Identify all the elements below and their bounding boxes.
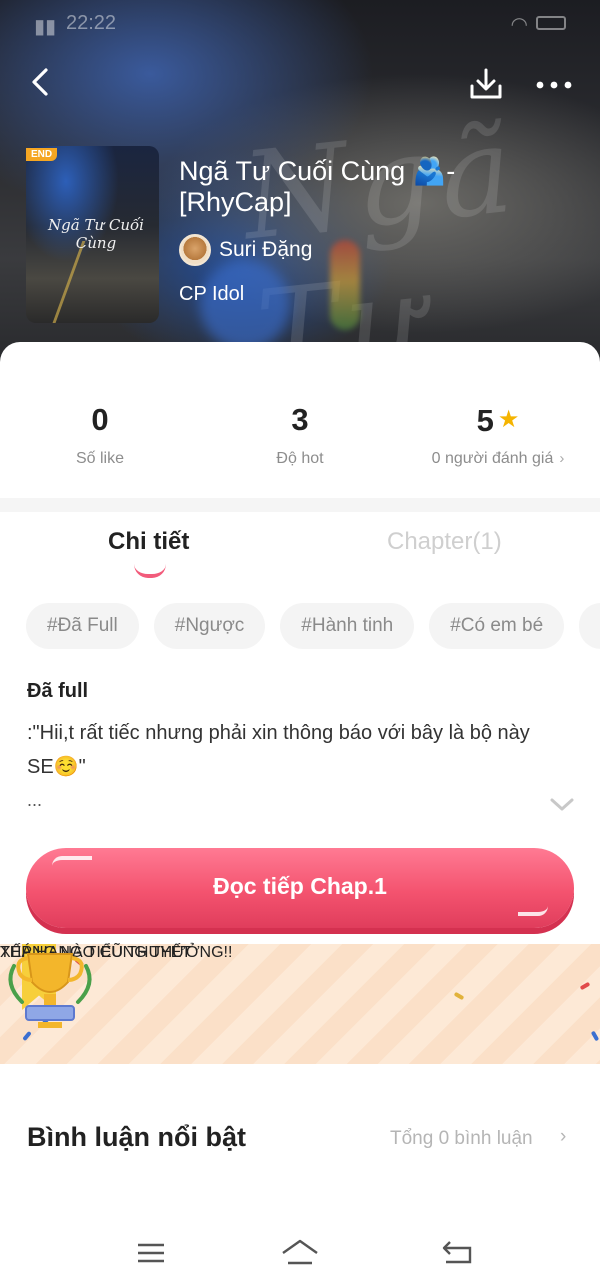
chevron-right-icon: ›	[559, 450, 565, 467]
status-bar: ▮▮ 22:22 ◠	[0, 0, 600, 46]
hot-value: 3	[291, 402, 309, 437]
back-arrow-icon	[32, 68, 48, 96]
rating-value: 5	[476, 403, 494, 438]
description-body: :"Hii,t rất tiếc nhưng phải xin thông bá…	[27, 722, 530, 778]
section-divider	[0, 498, 600, 512]
stat-likes: 0 Số like	[0, 400, 200, 468]
more-icon	[536, 81, 572, 89]
description-title: Đã full	[27, 680, 89, 702]
stat-rating[interactable]: 5 ★ 0 người đánh giá ›	[398, 400, 598, 468]
download-button[interactable]	[466, 64, 506, 104]
wifi-icon: ◠	[510, 14, 528, 36]
back-button[interactable]	[22, 62, 62, 102]
description-ellipsis: ...	[27, 790, 43, 810]
battery-icon	[536, 16, 566, 30]
likes-label: Số like	[75, 450, 125, 467]
tag-list: #Đã Full #Ngược #Hành tinh #Có em bé	[26, 603, 600, 649]
tab-bar: Chi tiết Chapter(1)	[0, 520, 600, 580]
nav-back-icon[interactable]	[440, 1238, 474, 1266]
author-row[interactable]: Suri Đặng	[179, 233, 312, 267]
tag-chip[interactable]: #Hành tinh	[280, 603, 415, 649]
tag-chip[interactable]: #Có em bé	[429, 603, 565, 649]
download-icon	[470, 68, 502, 99]
continue-reading-label: Đọc tiếp Chap.1	[213, 873, 387, 899]
story-category[interactable]: CP Idol	[179, 283, 244, 306]
tag-chip[interactable]: #Đã Full	[26, 603, 139, 649]
system-nav-bar	[0, 1222, 600, 1287]
tag-chip-partial[interactable]	[579, 603, 600, 649]
star-icon: ★	[497, 406, 520, 433]
likes-value: 0	[91, 402, 109, 437]
background-decoration: Ngã Tư	[236, 100, 527, 370]
tag-chip[interactable]: #Ngược	[153, 603, 266, 649]
button-gloss	[518, 906, 548, 916]
cover-road-decoration	[49, 241, 159, 323]
status-time: 22:22	[66, 12, 117, 34]
stat-hot: 3 Độ hot	[200, 400, 400, 468]
comments-section-title: Bình luận nổi bật	[27, 1122, 246, 1152]
story-title: Ngã Tư Cuối Cùng 🫂-[RhyCap]	[179, 156, 456, 217]
author-name: Suri Đặng	[219, 238, 313, 261]
button-gloss	[52, 856, 92, 866]
chevron-down-icon	[550, 798, 574, 811]
trophy-icon	[0, 944, 600, 1064]
stats-row: 0 Số like 3 Độ hot 5 ★ 0 người đánh giá ›	[0, 400, 600, 480]
more-button[interactable]	[532, 64, 576, 104]
traffic-light-blur	[330, 240, 360, 330]
story-cover[interactable]: Ngã Tư Cuối Cùng	[26, 146, 159, 323]
end-badge: END	[26, 148, 58, 161]
hot-label: Độ hot	[276, 450, 324, 467]
menu-icon[interactable]	[136, 1240, 166, 1266]
comments-count-link[interactable]: Tổng 0 bình luận	[390, 1128, 533, 1150]
signal-icon: ▮▮	[34, 16, 57, 38]
chevron-right-icon[interactable]: ›	[560, 1126, 566, 1148]
continue-reading-button[interactable]: Đọc tiếp Chap.1	[26, 848, 574, 928]
expand-description-button[interactable]	[548, 794, 576, 814]
tab-detail[interactable]: Chi tiết	[108, 528, 189, 556]
home-icon[interactable]	[280, 1236, 320, 1268]
avatar	[179, 234, 211, 266]
cover-title: Ngã Tư Cuối Cùng	[48, 216, 144, 252]
rating-label: 0 người đánh giá	[431, 450, 554, 467]
active-tab-indicator	[134, 564, 166, 578]
tab-chapter[interactable]: Chapter(1)	[387, 528, 502, 556]
